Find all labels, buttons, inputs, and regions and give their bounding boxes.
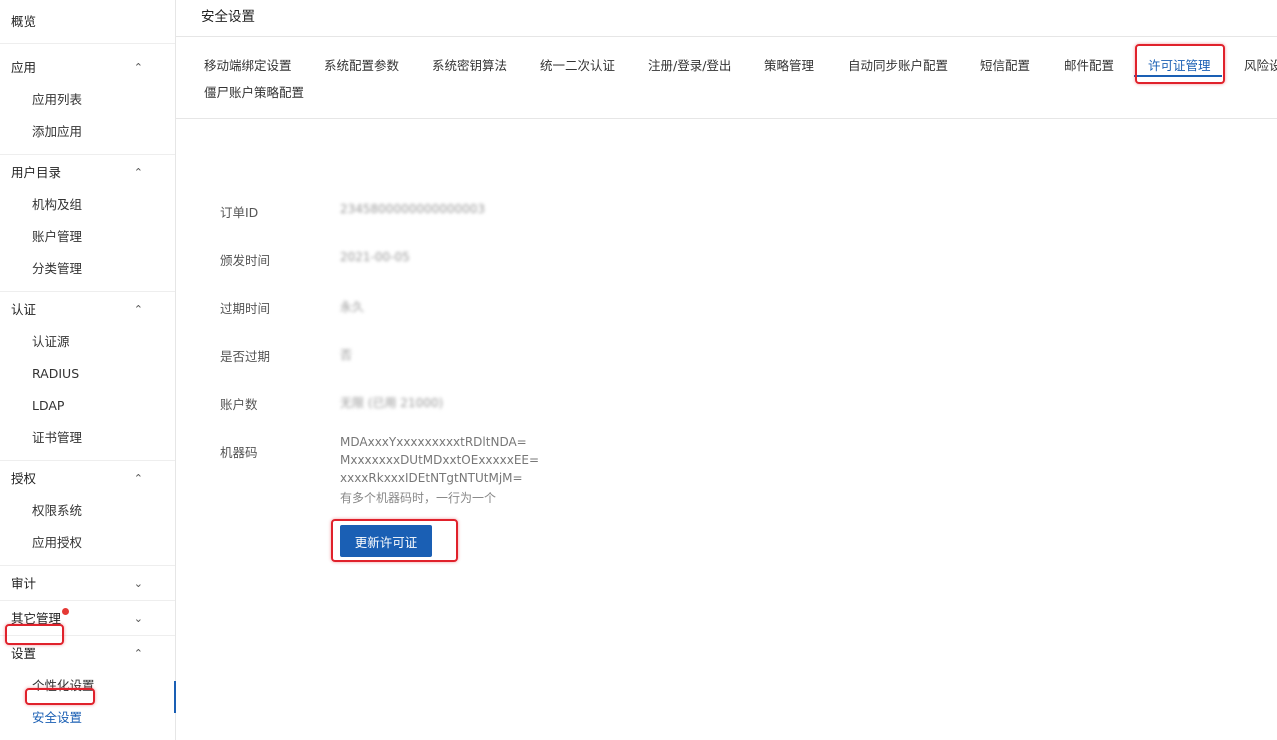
chevron-up-icon: ⌃: [133, 647, 143, 660]
sidebar-item-personalization[interactable]: 个性化设置: [0, 670, 175, 702]
tab-key-algorithm[interactable]: 系统密钥算法: [432, 55, 507, 74]
sidebar-group-label: 应用: [11, 60, 37, 75]
chevron-up-icon: ⌃: [133, 472, 143, 485]
expired-value: 否: [340, 348, 353, 362]
sidebar-item-app-list[interactable]: 应用列表: [0, 84, 175, 116]
sidebar-item-categories[interactable]: 分类管理: [0, 253, 175, 285]
order-id-value: 2345800000000000003: [340, 202, 486, 216]
tab-email[interactable]: 邮件配置: [1064, 55, 1114, 74]
divider: [176, 36, 1277, 37]
chevron-up-icon: ⌃: [133, 303, 143, 316]
sidebar-group-label: 用户目录: [11, 165, 62, 180]
sidebar-group-header-apps[interactable]: 应用 ⌃: [0, 52, 175, 84]
sidebar-group-header-other[interactable]: 其它管理 ⌄: [0, 603, 175, 635]
tab-license[interactable]: 许可证管理: [1148, 55, 1211, 74]
expire-time-label: 过期时间: [220, 301, 271, 316]
sidebar-group-header-directory[interactable]: 用户目录 ⌃: [0, 157, 175, 189]
expire-time-value: 永久: [340, 300, 365, 314]
sidebar-group-header-audit[interactable]: 审计 ⌄: [0, 568, 175, 600]
page-title: 安全设置: [201, 9, 255, 25]
sidebar-item-auth-source[interactable]: 认证源: [0, 326, 175, 358]
sidebar-group-header-authz[interactable]: 授权 ⌃: [0, 463, 175, 495]
accounts-label: 账户数: [220, 397, 258, 412]
expired-label: 是否过期: [220, 349, 271, 364]
sidebar-item-accounts[interactable]: 账户管理: [0, 221, 175, 253]
sidebar-group-other: 其它管理 ⌄: [0, 601, 175, 636]
sidebar-group-apps: 应用 ⌃ 应用列表 添加应用: [0, 44, 175, 155]
divider: [176, 118, 1277, 119]
machine-code-label: 机器码: [220, 445, 258, 460]
machine-code-line: MxxxxxxxDUtMDxxtOExxxxxEE=: [340, 453, 540, 467]
sidebar-item-ldap[interactable]: LDAP: [0, 390, 175, 422]
tab-zombie-account[interactable]: 僵尸账户策略配置: [204, 82, 304, 101]
main-content: 安全设置 移动端绑定设置 系统配置参数 系统密钥算法 统一二次认证 注册/登录/…: [176, 0, 1277, 740]
sidebar-item-add-app[interactable]: 添加应用: [0, 116, 175, 148]
sidebar-group-header-auth[interactable]: 认证 ⌃: [0, 294, 175, 326]
sidebar-item-certificates[interactable]: 证书管理: [0, 422, 175, 454]
sidebar-group-directory: 用户目录 ⌃ 机构及组 账户管理 分类管理: [0, 155, 175, 292]
machine-code-line: MDAxxxYxxxxxxxxxtRDltNDA=: [340, 435, 527, 449]
sidebar-group-label: 设置: [11, 646, 37, 661]
sidebar-group-authz: 授权 ⌃ 权限系统 应用授权: [0, 461, 175, 566]
tab-policy[interactable]: 策略管理: [764, 55, 814, 74]
tab-account-sync[interactable]: 自动同步账户配置: [848, 55, 948, 74]
sidebar-group-label: 审计: [11, 576, 37, 591]
sidebar-group-header-settings[interactable]: 设置 ⌃: [0, 638, 175, 670]
issue-time-label: 颁发时间: [220, 253, 271, 268]
sidebar-item-permission-system[interactable]: 权限系统: [0, 495, 175, 527]
tab-risk[interactable]: 风险设: [1244, 55, 1277, 74]
sidebar-item-radius[interactable]: RADIUS: [0, 358, 175, 390]
notification-dot: [62, 608, 69, 615]
sidebar-group-label: 认证: [11, 302, 37, 317]
sidebar-group-audit: 审计 ⌄: [0, 566, 175, 601]
sidebar-item-security-settings[interactable]: 安全设置: [0, 702, 175, 734]
machine-code-hint: 有多个机器码时，一行为一个: [340, 491, 497, 505]
update-license-button[interactable]: 更新许可证: [340, 525, 432, 557]
tab-sms[interactable]: 短信配置: [980, 55, 1030, 74]
issue-time-value: 2021-00-05: [340, 250, 410, 264]
tab-second-factor[interactable]: 统一二次认证: [540, 55, 615, 74]
order-id-label: 订单ID: [220, 205, 259, 220]
chevron-down-icon: ⌄: [133, 612, 143, 625]
tab-mobile-binding[interactable]: 移动端绑定设置: [204, 55, 292, 74]
chevron-up-icon: ⌃: [133, 166, 143, 179]
tab-system-config[interactable]: 系统配置参数: [324, 55, 399, 74]
sidebar-group-settings: 设置 ⌃ 个性化设置 安全设置: [0, 636, 175, 734]
active-tab-underline: [1134, 75, 1222, 77]
sidebar-group-auth: 认证 ⌃ 认证源 RADIUS LDAP 证书管理: [0, 292, 175, 461]
chevron-down-icon: ⌄: [133, 577, 143, 590]
sidebar-group-label: 授权: [11, 471, 37, 486]
accounts-value: 无限 (已用 21000): [340, 396, 444, 410]
tab-register-login-logout[interactable]: 注册/登录/登出: [648, 55, 731, 74]
sidebar: 概览 应用 ⌃ 应用列表 添加应用 用户目录 ⌃ 机构及组 账户管理 分类管理 …: [0, 0, 176, 740]
chevron-up-icon: ⌃: [133, 61, 143, 74]
machine-code-line: xxxxRkxxxIDEtNTgtNTUtMjM=: [340, 471, 523, 485]
sidebar-item-app-authz[interactable]: 应用授权: [0, 527, 175, 559]
sidebar-item-org-groups[interactable]: 机构及组: [0, 189, 175, 221]
sidebar-item-overview[interactable]: 概览: [0, 0, 175, 44]
sidebar-group-label: 其它管理: [11, 611, 62, 626]
